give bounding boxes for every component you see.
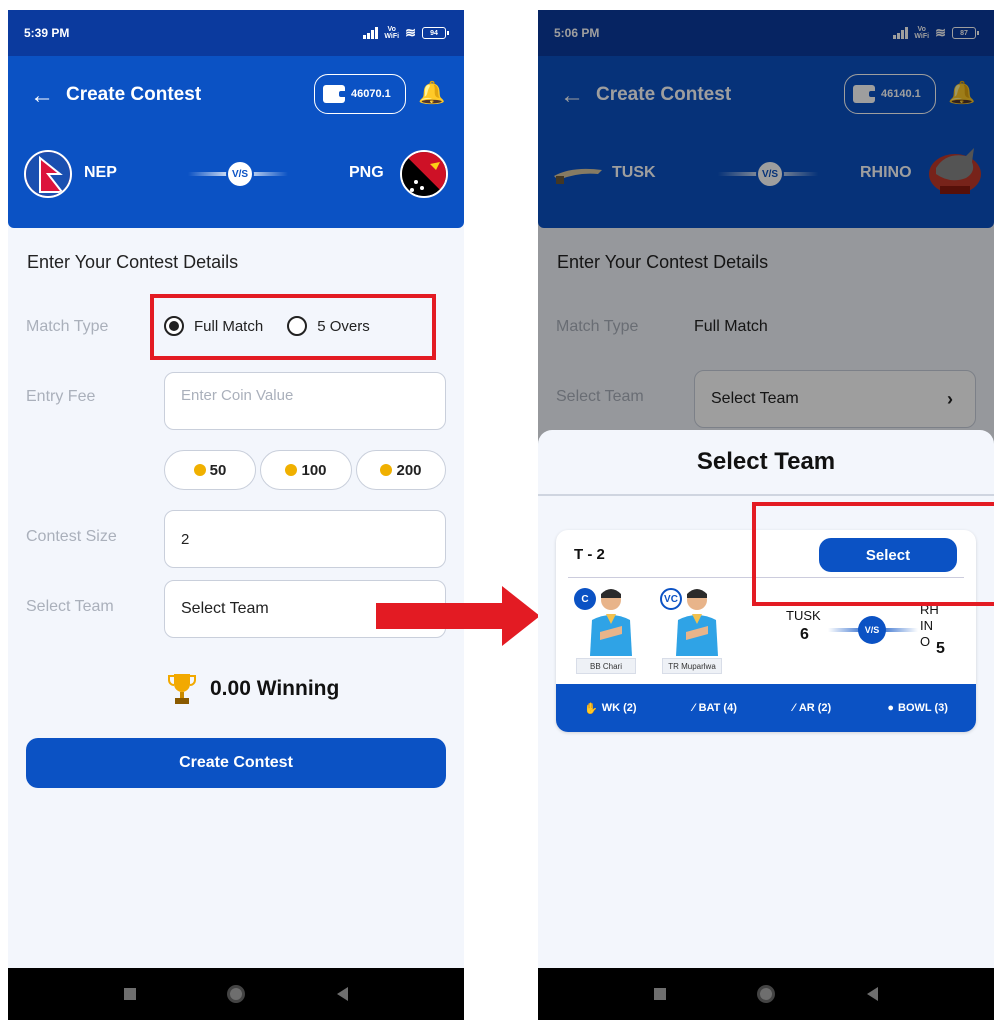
select-team-label: Select Team <box>26 598 114 615</box>
wallet-icon <box>323 85 347 103</box>
section-title: Enter Your Contest Details <box>27 252 239 272</box>
bat-icon: ⁄ <box>692 702 695 714</box>
highlight-box <box>752 502 994 606</box>
role-ar: ⁄ AR (2) <box>792 702 832 714</box>
team-name: T - 2 <box>574 546 605 563</box>
team2-name: PNG <box>349 164 384 181</box>
score-team2-count: 5 <box>936 640 945 657</box>
entry-fee-label: Entry Fee <box>26 388 96 405</box>
role-bowl: ● BOWL (3) <box>887 702 948 714</box>
chip-200[interactable]: 200 <box>356 450 446 490</box>
png-flag-icon <box>400 150 448 198</box>
score-team1: TUSK <box>786 608 821 623</box>
coin-icon <box>380 464 393 476</box>
role-summary-bar: ✋ WK (2) ⁄ BAT (4) ⁄ AR (2) ● BOWL (3) <box>556 684 976 732</box>
contest-size-input[interactable]: 2 <box>164 510 446 568</box>
recents-icon[interactable] <box>653 988 666 1000</box>
match-type-label: Match Type <box>26 318 109 335</box>
phone-screen-right: 5:06 PM Vo WiFi ≋ 87 ← Create Contest 461… <box>538 10 994 1020</box>
home-icon[interactable] <box>227 985 246 1003</box>
page-title: Create Contest <box>66 84 202 105</box>
bell-icon[interactable]: 🔔 <box>418 80 445 106</box>
status-time: 5:39 PM <box>24 26 70 40</box>
red-arrow-icon <box>376 586 540 646</box>
battery-icon: 94 <box>422 27 449 39</box>
home-icon[interactable] <box>757 985 776 1003</box>
app-header: ← Create Contest 46070.1 🔔 NEP V/S PNG <box>8 56 464 228</box>
system-nav-bar <box>538 968 994 1020</box>
nepal-flag-icon <box>24 150 72 198</box>
vice-captain-player: VC TR Muparlwa <box>660 584 730 674</box>
status-bar: 5:39 PM Vo WiFi ≋ 94 <box>8 10 464 56</box>
captain-player: C BB Chari <box>574 584 644 674</box>
player-avatar-icon <box>676 589 718 656</box>
winning-amount: 0.00 Winning <box>210 677 340 700</box>
entry-fee-input[interactable]: Enter Coin Value <box>164 372 446 430</box>
role-wk: ✋ WK (2) <box>584 702 637 715</box>
ball-icon: ● <box>887 702 894 714</box>
chip-50[interactable]: 50 <box>164 450 256 490</box>
highlight-box <box>150 294 436 360</box>
player-avatar-icon <box>590 589 632 656</box>
allrounder-icon: ⁄ <box>792 702 795 714</box>
wifi-icon: ≋ <box>405 25 416 40</box>
captain-name: BB Chari <box>576 658 636 674</box>
back-icon[interactable] <box>867 987 879 1001</box>
gloves-icon: ✋ <box>584 702 598 715</box>
coin-icon <box>285 464 298 476</box>
create-contest-button[interactable]: Create Contest <box>26 738 446 788</box>
vs-badge: V/S <box>858 616 886 644</box>
phone-screen-left: 5:39 PM Vo WiFi ≋ 94 ← Create Contest 460… <box>8 10 464 1020</box>
back-arrow-icon[interactable]: ← <box>30 82 54 110</box>
signal-icon <box>363 27 379 39</box>
vs-badge: V/S <box>226 160 254 188</box>
coin-icon <box>193 464 206 476</box>
wallet-balance: 46070.1 <box>351 88 391 100</box>
vowifi-icon: Vo WiFi <box>384 26 400 40</box>
winning-display: 0.00 Winning <box>168 672 339 706</box>
contest-size-label: Contest Size <box>26 528 117 545</box>
wallet-button[interactable]: 46070.1 <box>314 74 406 114</box>
chip-100[interactable]: 100 <box>260 450 352 490</box>
back-icon[interactable] <box>337 987 349 1001</box>
vice-captain-name: TR Muparlwa <box>662 658 722 674</box>
system-nav-bar <box>8 968 464 1020</box>
sheet-title: Select Team <box>696 448 836 475</box>
team1-name: NEP <box>84 164 117 181</box>
match-header: NEP V/S PNG <box>8 150 464 210</box>
role-bat: ⁄ BAT (4) <box>692 702 737 714</box>
score-team1-count: 6 <box>800 626 809 643</box>
recents-icon[interactable] <box>123 988 136 1000</box>
trophy-icon <box>168 674 196 704</box>
